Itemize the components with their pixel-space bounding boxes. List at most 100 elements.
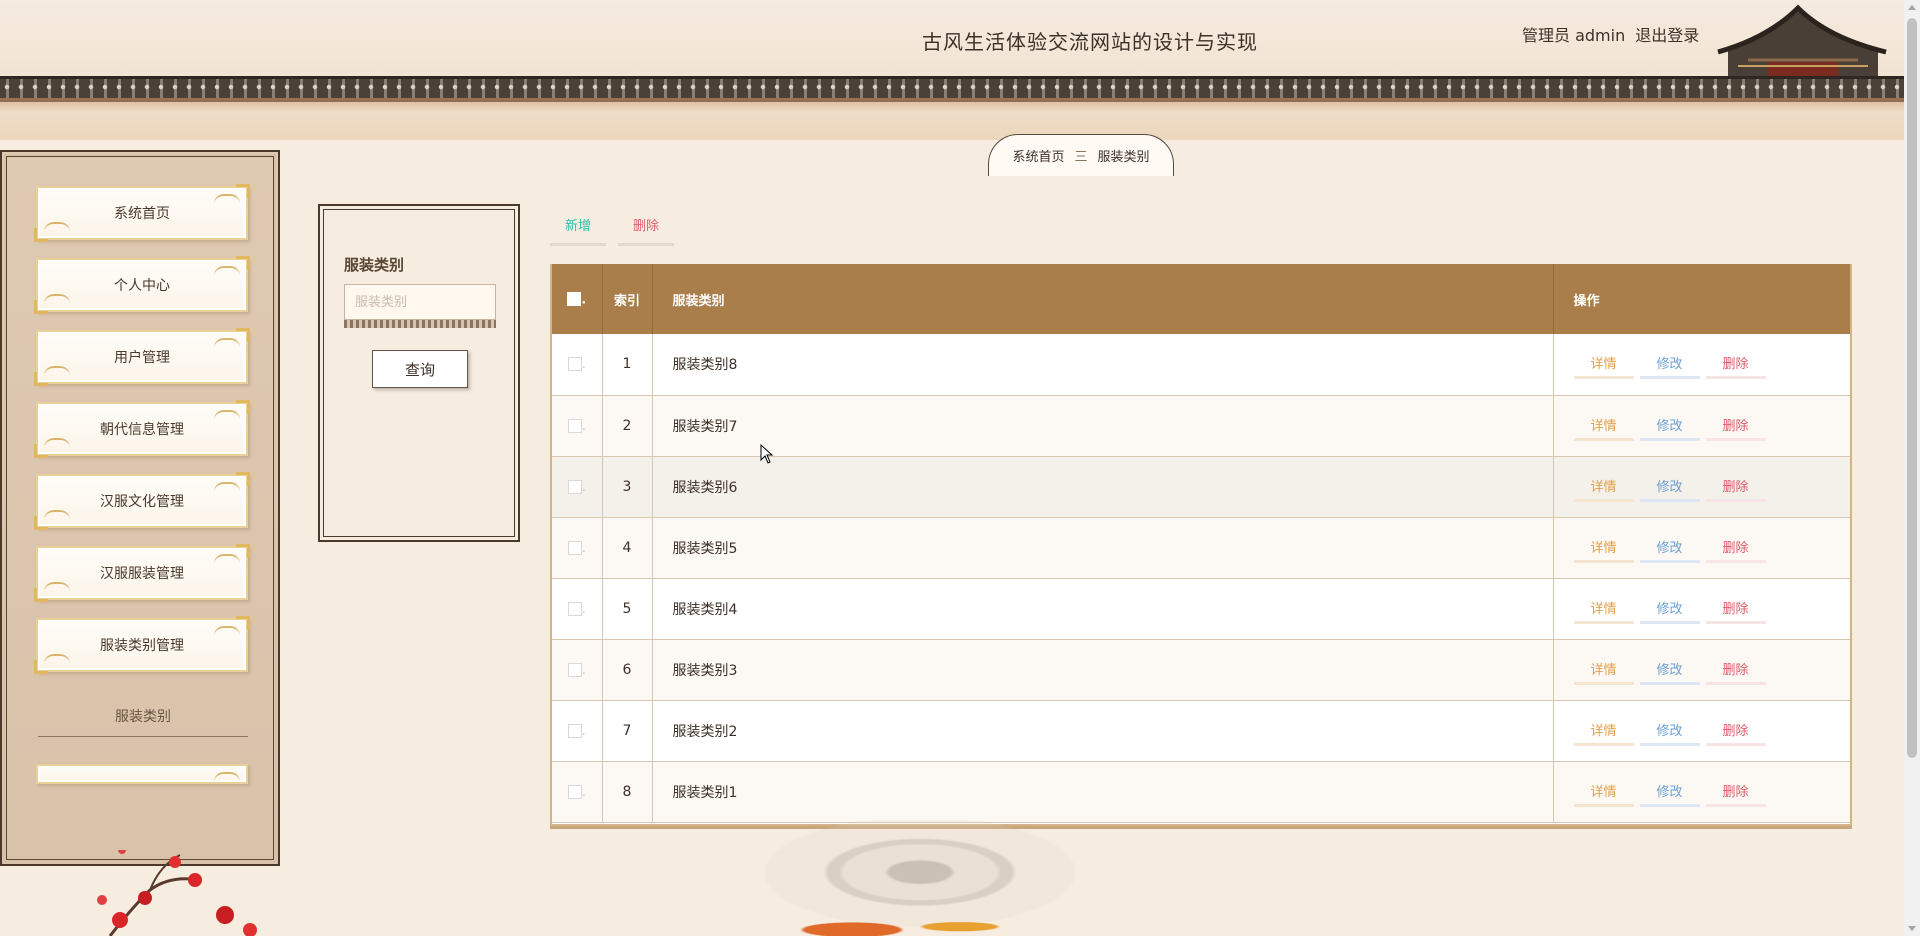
delete-button[interactable]: 删除: [1705, 533, 1766, 563]
table-row: . 6 服装类别3 详情 修改 删除: [552, 639, 1850, 700]
breadcrumb-home[interactable]: 系统首页: [1012, 146, 1064, 165]
delete-button[interactable]: 删除: [1705, 716, 1766, 746]
sidebar-divider: [38, 736, 248, 737]
search-panel: 服装类别 查询: [318, 204, 520, 542]
row-index: 2: [602, 395, 653, 456]
delete-button[interactable]: 删除: [1705, 349, 1766, 380]
row-index: 3: [602, 456, 653, 517]
sidebar-item-user-management[interactable]: 用户管理: [34, 328, 250, 386]
edit-button[interactable]: 修改: [1639, 533, 1700, 563]
sidebar-item-label: 个人中心: [114, 278, 170, 294]
delete-button[interactable]: 删除: [1705, 472, 1766, 502]
cloud-pattern-icon: [44, 654, 70, 664]
row-select-cell[interactable]: .: [552, 456, 603, 517]
site-title: 古风生活体验交流网站的设计与实现: [922, 30, 1258, 54]
checkbox-icon[interactable]: [567, 540, 582, 555]
cloud-pattern-icon: [44, 438, 70, 448]
row-select-cell[interactable]: .: [552, 334, 603, 395]
checkbox-icon[interactable]: [567, 418, 582, 433]
detail-button[interactable]: 详情: [1573, 594, 1634, 624]
checkbox-icon[interactable]: [567, 479, 582, 494]
cloud-pattern-icon: [214, 266, 240, 276]
row-select-cell[interactable]: .: [552, 578, 603, 639]
checkbox-icon[interactable]: [567, 723, 582, 738]
page-header: 古风生活体验交流网站的设计与实现 管理员 admin 退出登录: [0, 0, 1904, 140]
checkbox-icon[interactable]: [567, 292, 582, 306]
detail-button[interactable]: 详情: [1573, 472, 1634, 502]
scroll-down-icon[interactable]: [1908, 926, 1916, 931]
sidebar-item-home[interactable]: 系统首页: [34, 184, 250, 242]
detail-button[interactable]: 详情: [1573, 716, 1634, 746]
sidebar-item-personal-center[interactable]: 个人中心: [34, 256, 250, 314]
delete-button[interactable]: 删除: [1705, 594, 1766, 624]
edit-button[interactable]: 修改: [1639, 655, 1700, 685]
sidebar-item-hanfu-clothing-management[interactable]: 汉服服装管理: [34, 544, 250, 602]
header-index: 索引: [602, 264, 653, 334]
sidebar-subitem-clothing-category[interactable]: 服装类别: [38, 706, 248, 726]
sidebar-item-dynasty-management[interactable]: 朝代信息管理: [34, 400, 250, 458]
delete-button[interactable]: 删除: [1705, 411, 1766, 441]
cloud-pattern-icon: [44, 222, 70, 232]
sidebar: 系统首页 个人中心 用户管理 朝代信息管理 汉服文化管理 汉服服装管理 服装类别…: [0, 150, 280, 866]
mouse-cursor-icon: [760, 444, 774, 464]
checkbox-icon[interactable]: [567, 357, 582, 372]
query-button[interactable]: 查询: [372, 350, 468, 388]
sidebar-item-partial[interactable]: [36, 764, 248, 784]
row-index: 4: [602, 517, 653, 578]
header-select-all[interactable]: .: [552, 264, 603, 334]
row-select-cell[interactable]: .: [552, 395, 603, 456]
table-row: . 4 服装类别5 详情 修改 删除: [552, 517, 1850, 578]
row-category: 服装类别1: [652, 761, 1554, 822]
sidebar-item-hanfu-culture-management[interactable]: 汉服文化管理: [34, 472, 250, 530]
edit-button[interactable]: 修改: [1639, 716, 1700, 746]
row-select-cell[interactable]: .: [552, 700, 603, 761]
logout-link[interactable]: 退出登录: [1635, 22, 1699, 46]
checkbox-icon[interactable]: [567, 601, 582, 616]
table-row: . 8 服装类别1 详情 修改 删除: [552, 761, 1850, 822]
cloud-pattern-icon: [44, 582, 70, 592]
edit-button[interactable]: 修改: [1639, 411, 1700, 441]
cloud-pattern-icon: [214, 626, 240, 636]
row-select-cell[interactable]: .: [552, 761, 603, 822]
table-row: . 2 服装类别7 详情 修改 删除: [552, 395, 1850, 456]
row-select-cell[interactable]: .: [552, 517, 603, 578]
sidebar-item-clothing-category-management[interactable]: 服装类别管理: [34, 616, 250, 674]
detail-button[interactable]: 详情: [1573, 655, 1634, 685]
row-select-cell[interactable]: .: [552, 639, 603, 700]
category-search-input[interactable]: [344, 284, 496, 320]
row-category: 服装类别2: [652, 700, 1554, 761]
page-scrollbar[interactable]: [1904, 0, 1920, 936]
row-category: 服装类别3: [652, 639, 1554, 700]
row-index: 7: [602, 700, 653, 761]
checkbox-icon[interactable]: [567, 662, 582, 677]
detail-button[interactable]: 详情: [1573, 349, 1634, 380]
cloud-pattern-icon: [44, 510, 70, 520]
cloud-pattern-icon: [44, 366, 70, 376]
sidebar-item-label: 汉服服装管理: [100, 566, 184, 582]
scroll-up-icon[interactable]: [1908, 5, 1916, 10]
edit-button[interactable]: 修改: [1639, 594, 1700, 624]
checkbox-icon[interactable]: [567, 784, 582, 799]
edit-button[interactable]: 修改: [1639, 777, 1700, 807]
row-category: 服装类别5: [652, 517, 1554, 578]
cloud-pattern-icon: [214, 554, 240, 564]
row-actions: 详情 修改 删除: [1553, 700, 1850, 761]
sidebar-item-label: 朝代信息管理: [100, 422, 184, 438]
add-button[interactable]: 新增: [550, 206, 606, 246]
detail-button[interactable]: 详情: [1573, 533, 1634, 563]
edit-button[interactable]: 修改: [1639, 472, 1700, 502]
koi-fish-decoration: [780, 905, 1020, 936]
row-actions: 详情 修改 删除: [1553, 395, 1850, 456]
row-index: 6: [602, 639, 653, 700]
delete-button[interactable]: 删除: [1705, 655, 1766, 685]
cloud-pattern-icon: [44, 294, 70, 304]
delete-button[interactable]: 删除: [1705, 777, 1766, 807]
cloud-pattern-icon: [214, 338, 240, 348]
detail-button[interactable]: 详情: [1573, 777, 1634, 807]
edit-button[interactable]: 修改: [1639, 349, 1700, 380]
scroll-thumb[interactable]: [1907, 18, 1917, 758]
cloud-pattern-icon: [214, 410, 240, 420]
row-index: 5: [602, 578, 653, 639]
detail-button[interactable]: 详情: [1573, 411, 1634, 441]
batch-delete-button[interactable]: 删除: [618, 206, 674, 246]
